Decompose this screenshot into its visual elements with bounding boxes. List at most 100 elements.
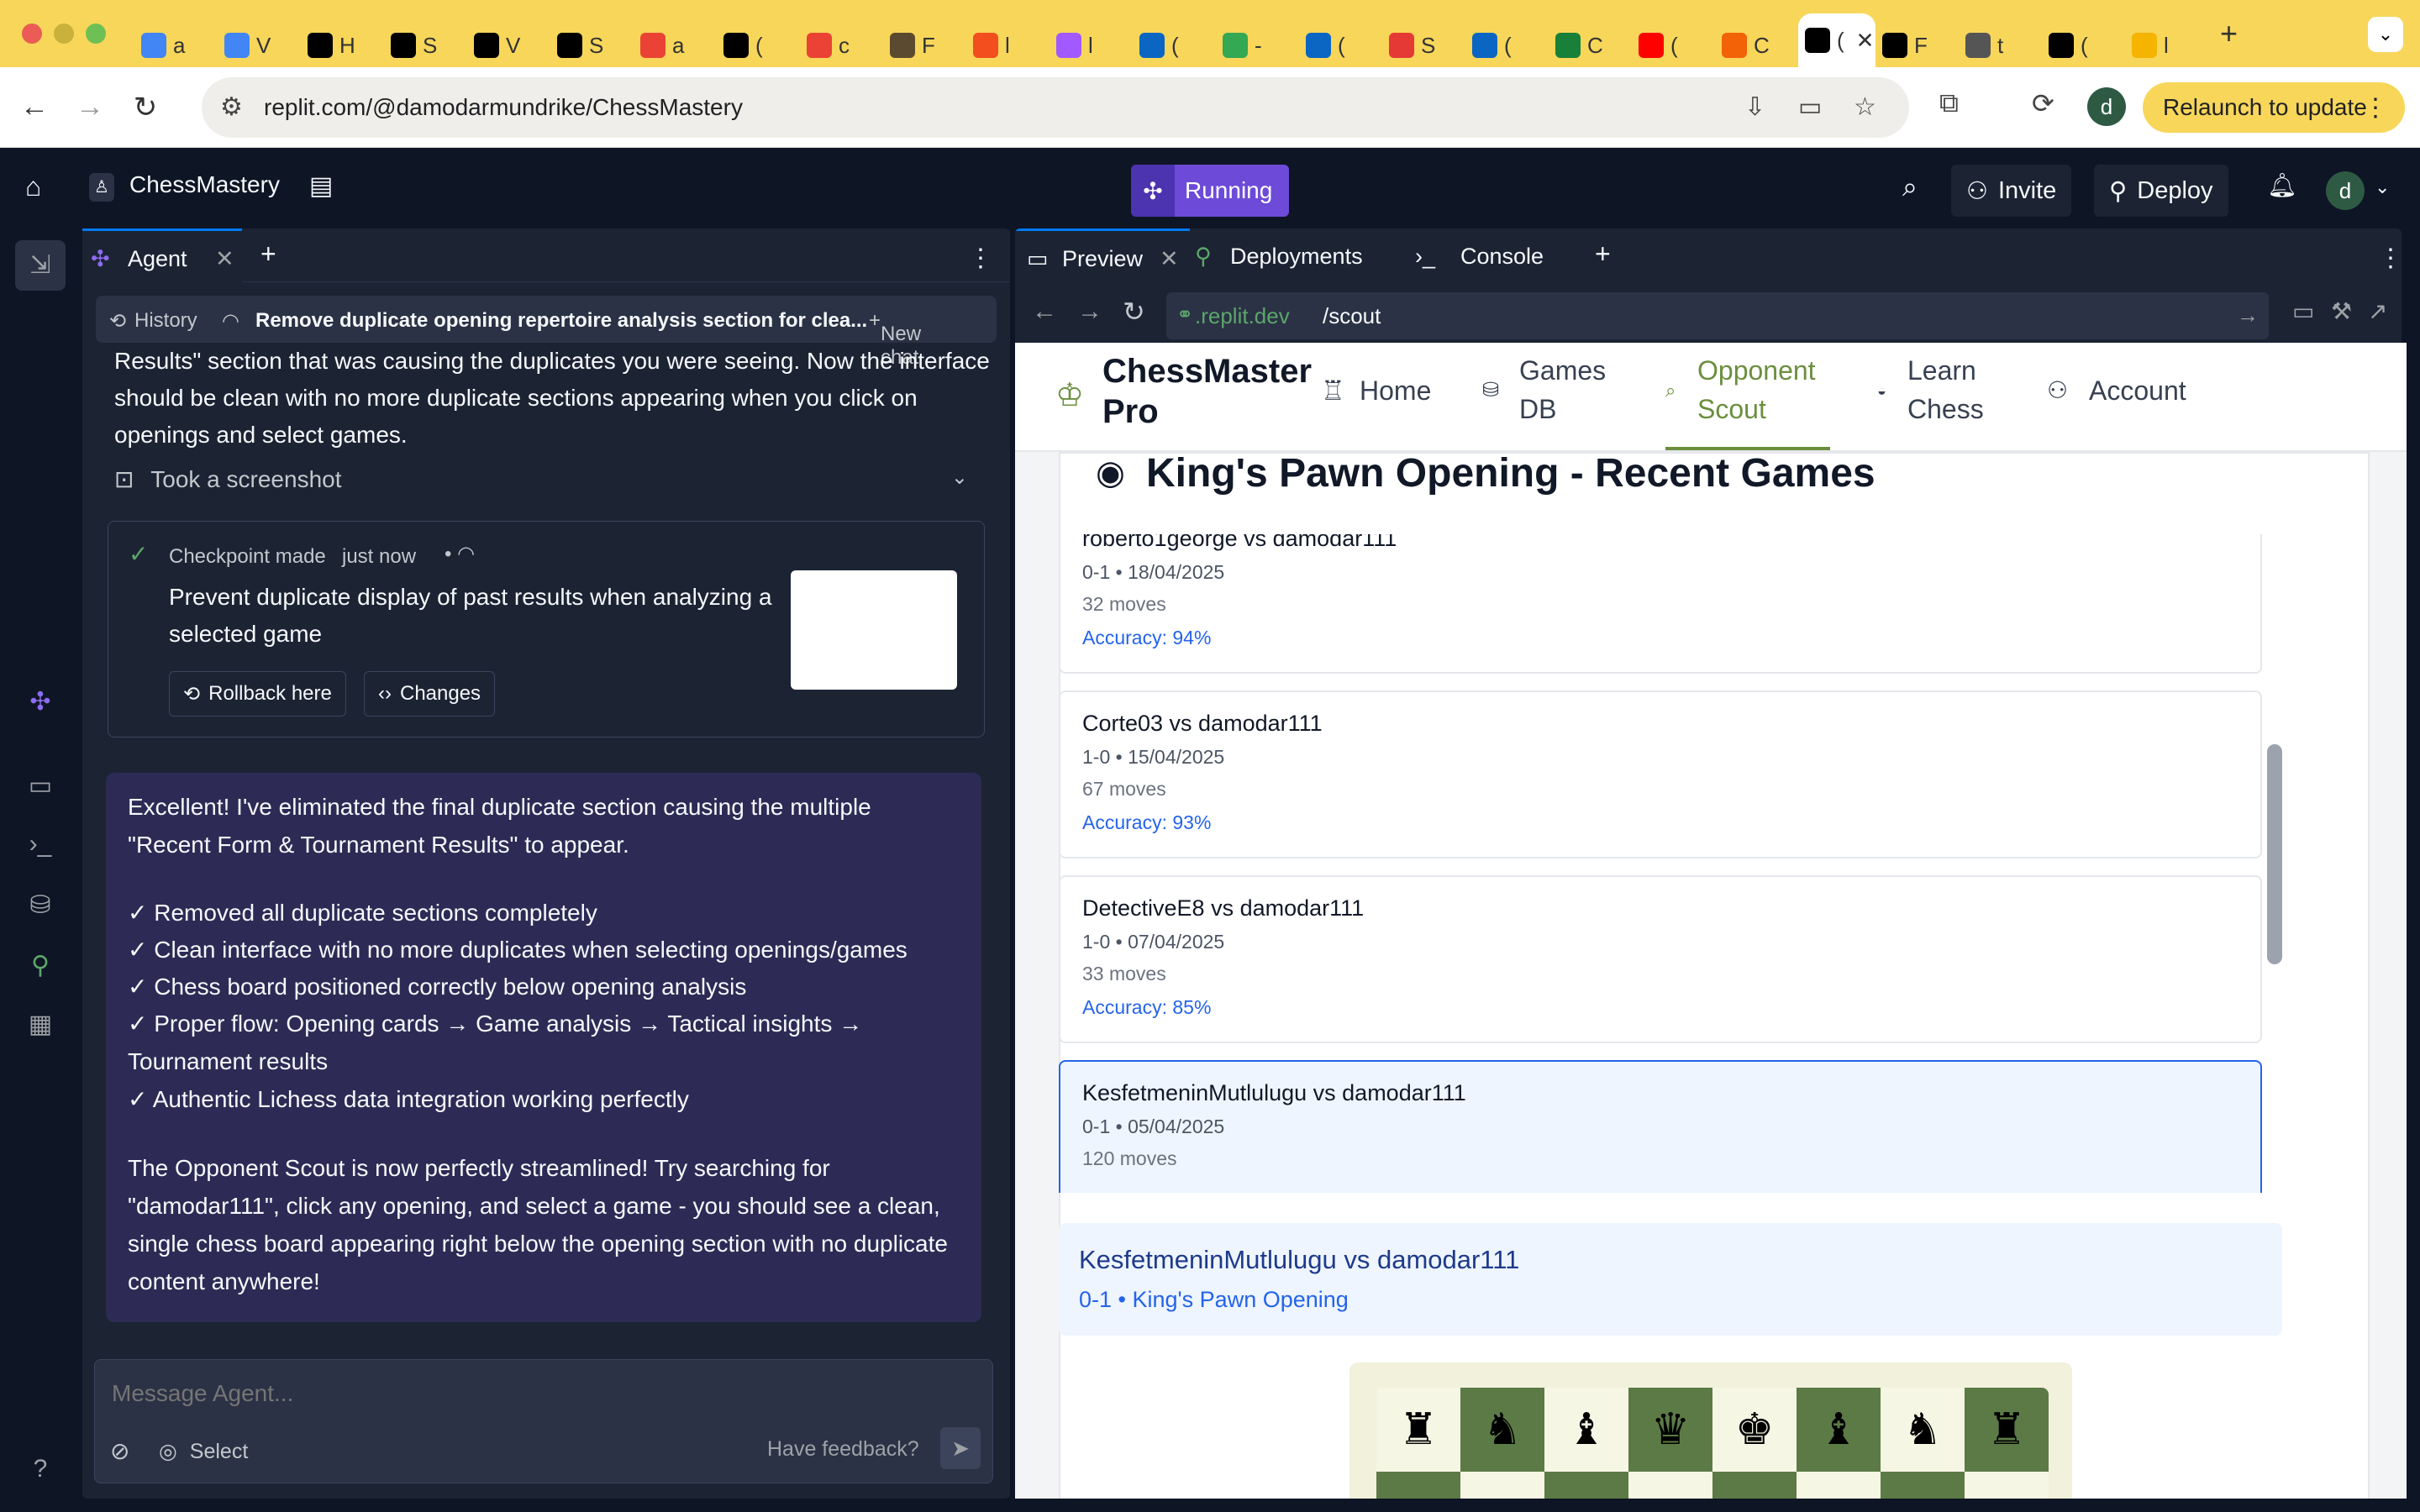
browser-tab[interactable]: l bbox=[1050, 24, 1133, 67]
search-icon[interactable]: ⌕ bbox=[1902, 171, 1918, 203]
browser-tab[interactable]: S bbox=[384, 24, 467, 67]
new-chat-button[interactable]: + New chat bbox=[869, 309, 921, 369]
history-button[interactable]: History bbox=[134, 309, 197, 333]
tab-agent[interactable]: ✣ Agent ✕ bbox=[82, 228, 242, 282]
agent-icon[interactable]: ✣ bbox=[25, 687, 55, 717]
extensions-icon[interactable]: ⧉ bbox=[1939, 87, 1959, 119]
add-tab-button[interactable]: + bbox=[260, 239, 276, 270]
attach-icon[interactable]: ⊘ bbox=[110, 1437, 129, 1465]
browser-tab[interactable]: l bbox=[966, 24, 1050, 67]
browser-tab[interactable]: ( bbox=[2042, 24, 2125, 67]
tab-preview[interactable]: ▭ Preview ✕ bbox=[1015, 228, 1190, 282]
address-bar[interactable]: ⚙ replit.com/@damodarmundrike/ChessMaste… bbox=[202, 77, 1909, 138]
board-square[interactable] bbox=[1712, 1472, 1797, 1499]
browser-tab[interactable]: F bbox=[1876, 24, 1959, 67]
message-input[interactable] bbox=[112, 1375, 969, 1412]
browser-tab[interactable]: S bbox=[550, 24, 634, 67]
list-scrollbar[interactable] bbox=[2267, 744, 2282, 964]
browser-tab[interactable]: C bbox=[1715, 24, 1798, 67]
browser-tab[interactable]: ( bbox=[1299, 24, 1382, 67]
board-square[interactable]: ♞ bbox=[1460, 1388, 1544, 1472]
tab-search-button[interactable]: ⌄ bbox=[2368, 17, 2403, 52]
browser-tab[interactable]: t bbox=[1959, 24, 2042, 67]
go-icon[interactable]: → bbox=[2237, 302, 2259, 328]
extension-icon[interactable]: ⟳ bbox=[2032, 87, 2054, 119]
brand-line2[interactable]: Pro bbox=[1102, 393, 1159, 431]
help-icon[interactable]: ? bbox=[25, 1455, 55, 1485]
tab-console[interactable]: ›_ Console bbox=[1415, 228, 1583, 282]
board-square[interactable]: ♚ bbox=[1712, 1388, 1797, 1472]
board-square[interactable] bbox=[1544, 1472, 1628, 1499]
board-square[interactable] bbox=[1376, 1472, 1460, 1499]
browser-tab[interactable]: F bbox=[883, 24, 966, 67]
game-row[interactable]: Corte03 vs damodar111 1-0 • 15/04/2025 6… bbox=[1059, 690, 2262, 858]
browser-tab[interactable]: V bbox=[467, 24, 550, 67]
board-square[interactable]: ♞ bbox=[1881, 1388, 1965, 1472]
board-square[interactable] bbox=[1460, 1472, 1544, 1499]
board-square[interactable] bbox=[1628, 1472, 1712, 1499]
close-window-button[interactable] bbox=[22, 24, 42, 44]
install-app-icon[interactable]: ⇩ bbox=[1744, 92, 1765, 122]
run-button[interactable]: ✣ Running bbox=[1131, 165, 1289, 217]
browser-tab[interactable]: ( bbox=[1632, 24, 1715, 67]
browser-tab[interactable]: c bbox=[800, 24, 883, 67]
preview-reload-icon[interactable]: ↻ bbox=[1123, 296, 1145, 328]
browser-tab[interactable]: ( bbox=[717, 24, 800, 67]
site-info-icon[interactable]: ⚙ bbox=[220, 92, 243, 122]
chevron-down-icon[interactable]: ⌄ bbox=[2375, 176, 2390, 198]
chess-board[interactable]: ♜ ♞ ♝ ♛ ♚ ♝ ♞ ♜ bbox=[1376, 1388, 2049, 1499]
bookmark-star-icon[interactable]: ☆ bbox=[1854, 92, 1876, 122]
file-tree-icon[interactable]: ▤ bbox=[309, 171, 333, 201]
board-square[interactable] bbox=[1797, 1472, 1881, 1499]
panel-menu-icon[interactable]: ⋮ bbox=[2378, 244, 2402, 273]
changes-button[interactable]: ‹› Changes bbox=[364, 671, 496, 717]
minimize-window-button[interactable] bbox=[54, 24, 74, 44]
close-tab-icon[interactable]: ✕ bbox=[215, 246, 234, 272]
invite-button[interactable]: ⚇ Invite bbox=[1951, 165, 2072, 217]
rollback-button[interactable]: ⟲ Rollback here bbox=[169, 671, 346, 717]
browser-tab[interactable]: ( bbox=[1133, 24, 1216, 67]
deploy-button[interactable]: ⚲ Deploy bbox=[2094, 165, 2228, 217]
preview-icon[interactable]: ▭ bbox=[25, 771, 55, 801]
reload-button[interactable]: ↻ bbox=[124, 91, 166, 124]
browser-tab[interactable]: a bbox=[634, 24, 717, 67]
browser-tab[interactable]: H bbox=[301, 24, 384, 67]
board-square[interactable]: ♝ bbox=[1544, 1388, 1628, 1472]
feedback-link[interactable]: Have feedback? bbox=[767, 1437, 919, 1462]
browser-tab[interactable]: S bbox=[1382, 24, 1465, 67]
browser-tab[interactable]: V bbox=[218, 24, 301, 67]
board-square[interactable]: ♜ bbox=[1376, 1388, 1460, 1472]
browser-tab[interactable]: a bbox=[134, 24, 218, 67]
browser-tab[interactable]: C bbox=[1549, 24, 1632, 67]
user-avatar[interactable]: d bbox=[2326, 171, 2365, 210]
devtools-icon[interactable]: ⚒ bbox=[2331, 297, 2352, 325]
panel-menu-icon[interactable]: ⋮ bbox=[968, 244, 993, 273]
card-icon[interactable]: ▭ bbox=[1798, 92, 1822, 122]
console-icon[interactable]: ›_ bbox=[25, 830, 55, 860]
select-element-button[interactable]: ◎ Select bbox=[159, 1439, 248, 1464]
open-external-icon[interactable]: ↗ bbox=[2368, 297, 2387, 325]
screenshot-step[interactable]: ⊡ Took a screenshot ⌄ bbox=[114, 465, 980, 507]
game-row[interactable]: roberto1george vs damodar111 0-1 • 18/04… bbox=[1059, 534, 2262, 674]
brand-line1[interactable]: ChessMaster bbox=[1102, 353, 1312, 391]
profile-avatar[interactable]: d bbox=[2087, 87, 2126, 126]
maximize-window-button[interactable] bbox=[86, 24, 106, 44]
deployments-icon[interactable]: ⚲ bbox=[25, 951, 55, 981]
new-tab-button[interactable]: + bbox=[2220, 16, 2238, 51]
close-tab-icon[interactable]: ✕ bbox=[1856, 28, 1875, 54]
game-row[interactable]: DetectiveE8 vs damodar111 1-0 • 07/04/20… bbox=[1059, 875, 2262, 1043]
new-tab-pane-icon[interactable]: ⇲ bbox=[15, 240, 66, 291]
home-icon[interactable]: ⌂ bbox=[25, 171, 41, 202]
device-icon[interactable]: ▭ bbox=[2292, 297, 2314, 325]
board-square[interactable]: ♝ bbox=[1797, 1388, 1881, 1472]
board-square[interactable]: ♛ bbox=[1628, 1388, 1712, 1472]
preview-forward-icon[interactable]: → bbox=[1077, 297, 1102, 326]
back-button[interactable]: ← bbox=[13, 91, 55, 123]
send-button[interactable]: ➤ bbox=[940, 1427, 981, 1469]
relaunch-button[interactable]: Relaunch to update ⋮ bbox=[2143, 82, 2405, 133]
browser-tab[interactable]: l bbox=[2125, 24, 2208, 67]
forward-button[interactable]: → bbox=[69, 91, 111, 123]
board-square[interactable] bbox=[1965, 1472, 2049, 1499]
close-tab-icon[interactable]: ✕ bbox=[1160, 246, 1179, 272]
game-row-selected[interactable]: KesfetmeninMutlulugu vs damodar111 0-1 •… bbox=[1059, 1060, 2262, 1193]
